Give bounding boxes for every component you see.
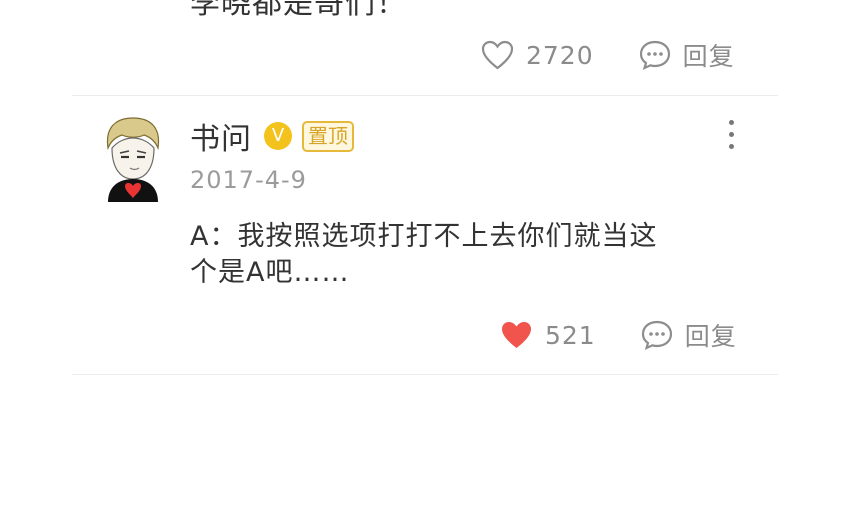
- previous-like-button[interactable]: 2720: [481, 40, 594, 70]
- previous-reply-label: 回复: [682, 42, 735, 71]
- heart-outline-icon: [481, 40, 514, 70]
- comment-actions: 521 回复: [455, 317, 737, 353]
- more-dot-2: [728, 132, 734, 137]
- comment-bubble-icon: [639, 40, 671, 70]
- more-dot-1: [728, 120, 734, 125]
- divider-bottom: [72, 374, 778, 375]
- previous-reply-button[interactable]: 回复: [639, 37, 735, 73]
- comment-text: A：我按照选项打打不上去你们就当这 个是A吧……: [190, 219, 740, 291]
- pinned-badge: 置顶: [302, 120, 354, 152]
- comment-text-line-2: 个是A吧……: [190, 257, 350, 288]
- verified-badge-icon: V: [264, 122, 292, 150]
- comment-date: 2017-4-9: [190, 166, 307, 194]
- more-vertical-icon[interactable]: [728, 120, 734, 152]
- more-dot-3: [728, 144, 734, 149]
- previous-comment-actions: 2720 回复: [436, 37, 735, 73]
- avatar[interactable]: [100, 110, 166, 202]
- reply-label: 回复: [684, 322, 737, 351]
- previous-like-count: 2720: [526, 40, 594, 70]
- like-count: 521: [545, 320, 596, 350]
- comment-text-line-1: A：我按照选项打打不上去你们就当这: [190, 221, 658, 252]
- comment-bubble-icon: [641, 320, 673, 350]
- heart-filled-icon: [500, 320, 533, 350]
- comment-list: 李晓都是哥们！ 2720 回复 书问 V 置顶 2017-4-9 A：我按照选项…: [0, 0, 850, 531]
- author-row: 书问 V 置顶: [190, 114, 354, 158]
- like-button[interactable]: 521: [500, 320, 596, 350]
- username[interactable]: 书问: [190, 114, 252, 158]
- reply-button[interactable]: 回复: [641, 317, 737, 353]
- previous-comment-text: 李晓都是哥们！: [190, 0, 407, 21]
